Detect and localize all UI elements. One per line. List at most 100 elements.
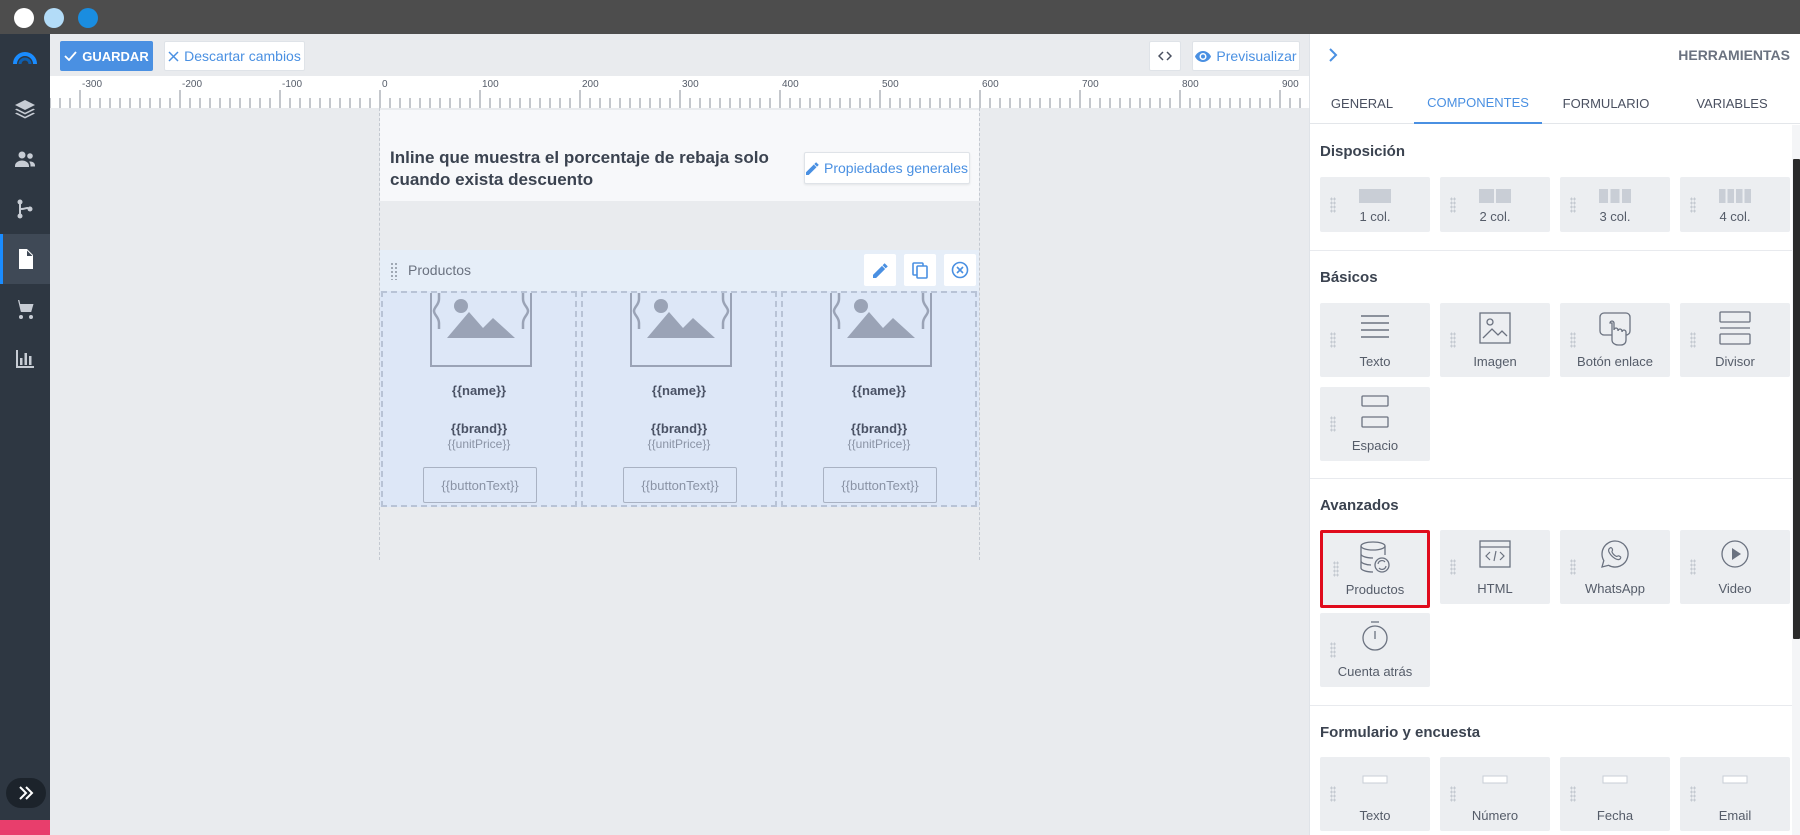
save-button[interactable]: GUARDAR — [60, 41, 153, 71]
products-block-toolbar[interactable]: Productos — [380, 250, 979, 291]
drag-handle-icon — [1690, 332, 1696, 348]
component-divider[interactable]: Divisor — [1680, 303, 1790, 377]
product-button[interactable]: {{buttonText}} — [823, 467, 937, 503]
ruler-label: -300 — [82, 79, 102, 90]
products-grid[interactable]: {{name}} {{brand}} {{unitPrice}} {{butto… — [380, 291, 979, 507]
product-name: {{name}} — [651, 383, 707, 398]
panel-tabs: GENERAL COMPONENTES FORMULARIO VARIABLES — [1310, 82, 1800, 124]
drag-handle-icon[interactable] — [390, 262, 398, 280]
product-price: {{unitPrice}} — [847, 437, 911, 451]
ruler-label: 200 — [582, 79, 599, 90]
drag-handle-icon — [1570, 332, 1576, 348]
close-window-dot[interactable] — [14, 8, 34, 28]
component-html[interactable]: HTML — [1440, 530, 1550, 604]
three-columns-icon — [1599, 189, 1631, 203]
pointer-button-icon — [1599, 312, 1631, 346]
product-button[interactable]: {{buttonText}} — [623, 467, 737, 503]
component-2-col[interactable]: 2 col. — [1440, 177, 1550, 232]
delete-block-button[interactable] — [944, 254, 976, 286]
tab-general[interactable]: GENERAL — [1310, 82, 1414, 124]
chevron-right-icon — [1329, 48, 1338, 62]
incognito-button[interactable] — [0, 820, 50, 835]
panel-scrollbar-thumb[interactable] — [1793, 159, 1800, 639]
tab-formulario[interactable]: FORMULARIO — [1542, 82, 1670, 124]
component-1-col[interactable]: 1 col. — [1320, 177, 1430, 232]
product-name: {{name}} — [451, 383, 507, 398]
double-chevron-right-icon — [19, 786, 34, 800]
edit-block-button[interactable] — [864, 254, 896, 286]
product-card[interactable]: {{name}} {{brand}} {{unitPrice}} {{butto… — [381, 291, 577, 507]
product-card[interactable]: {{name}} {{brand}} {{unitPrice}} {{butto… — [581, 291, 777, 507]
tools-panel: HERRAMIENTAS GENERAL COMPONENTES FORMULA… — [1309, 34, 1800, 835]
left-sidebar — [0, 34, 50, 835]
drag-handle-icon — [1333, 561, 1339, 577]
input-field-icon — [1482, 775, 1508, 784]
expand-sidebar-button[interactable] — [6, 778, 46, 808]
component-label: 2 col. — [1479, 209, 1511, 224]
component-countdown[interactable]: Cuenta atrás — [1320, 613, 1430, 687]
general-properties-label: Propiedades generales — [824, 160, 968, 176]
cart-icon[interactable] — [0, 284, 50, 334]
ruler-label: -100 — [282, 79, 302, 90]
pencil-icon — [872, 262, 888, 278]
text-lines-icon — [1361, 315, 1389, 338]
component-form-number[interactable]: Número — [1440, 757, 1550, 831]
drag-handle-icon — [1450, 332, 1456, 348]
drag-handle-icon — [1570, 786, 1576, 802]
component-label: HTML — [1477, 581, 1513, 596]
horizontal-ruler: -300 -200 -100 0 100 200 300 400 500 600 700 800 900 — [50, 76, 1309, 108]
maximize-window-dot[interactable] — [78, 8, 98, 28]
component-text[interactable]: Texto — [1320, 303, 1430, 377]
component-space[interactable]: Espacio — [1320, 387, 1430, 461]
minimize-window-dot[interactable] — [44, 8, 64, 28]
input-field-icon — [1602, 775, 1628, 784]
component-4-col[interactable]: 4 col. — [1680, 177, 1790, 232]
document-icon[interactable] — [0, 234, 50, 284]
code-view-button[interactable] — [1149, 41, 1181, 71]
component-label: Divisor — [1715, 354, 1755, 369]
component-label: WhatsApp — [1585, 581, 1645, 596]
section-title-basic: Básicos — [1320, 269, 1378, 286]
canvas-guide-right — [979, 108, 980, 560]
panel-title: HERRAMIENTAS — [1678, 47, 1790, 63]
component-whatsapp[interactable]: WhatsApp — [1560, 530, 1670, 604]
drag-handle-icon — [1690, 559, 1696, 575]
template-header[interactable]: Inline que muestra el porcentaje de reba… — [380, 110, 979, 201]
drag-handle-icon — [1450, 559, 1456, 575]
product-card[interactable]: {{name}} {{brand}} {{unitPrice}} {{butto… — [781, 291, 977, 507]
component-label: Texto — [1359, 354, 1391, 369]
ruler-label: 500 — [882, 79, 899, 90]
component-form-text[interactable]: Texto — [1320, 757, 1430, 831]
duplicate-block-button[interactable] — [904, 254, 936, 286]
flows-icon[interactable] — [0, 184, 50, 234]
product-button[interactable]: {{buttonText}} — [423, 467, 537, 503]
component-products[interactable]: Productos — [1320, 530, 1430, 608]
layers-icon[interactable] — [0, 84, 50, 134]
preview-button[interactable]: Previsualizar — [1192, 41, 1300, 71]
component-image[interactable]: Imagen — [1440, 303, 1550, 377]
section-divider — [1310, 478, 1792, 479]
input-field-icon — [1722, 775, 1748, 784]
component-video[interactable]: Video — [1680, 530, 1790, 604]
products-block-label: Productos — [408, 262, 472, 278]
contacts-icon[interactable] — [0, 134, 50, 184]
pencil-icon — [806, 161, 819, 175]
component-form-date[interactable]: Fecha — [1560, 757, 1670, 831]
component-3-col[interactable]: 3 col. — [1560, 177, 1670, 232]
copy-icon — [912, 261, 928, 279]
tab-variables[interactable]: VARIABLES — [1670, 82, 1794, 124]
component-label: Texto — [1359, 808, 1391, 823]
template-title: Inline que muestra el porcentaje de reba… — [390, 148, 769, 189]
logo-icon[interactable] — [0, 34, 50, 84]
tab-componentes[interactable]: COMPONENTES — [1414, 82, 1542, 124]
discard-changes-button[interactable]: Descartar cambios — [164, 41, 305, 71]
drag-handle-icon — [1330, 416, 1336, 432]
chart-icon[interactable] — [0, 334, 50, 384]
one-column-icon — [1359, 189, 1391, 203]
component-form-email[interactable]: Email — [1680, 757, 1790, 831]
collapse-panel-button[interactable] — [1328, 48, 1338, 67]
component-label: 4 col. — [1719, 209, 1751, 224]
general-properties-button[interactable]: Propiedades generales — [804, 152, 970, 184]
component-link-button[interactable]: Botón enlace — [1560, 303, 1670, 377]
window-titlebar — [0, 0, 1800, 34]
